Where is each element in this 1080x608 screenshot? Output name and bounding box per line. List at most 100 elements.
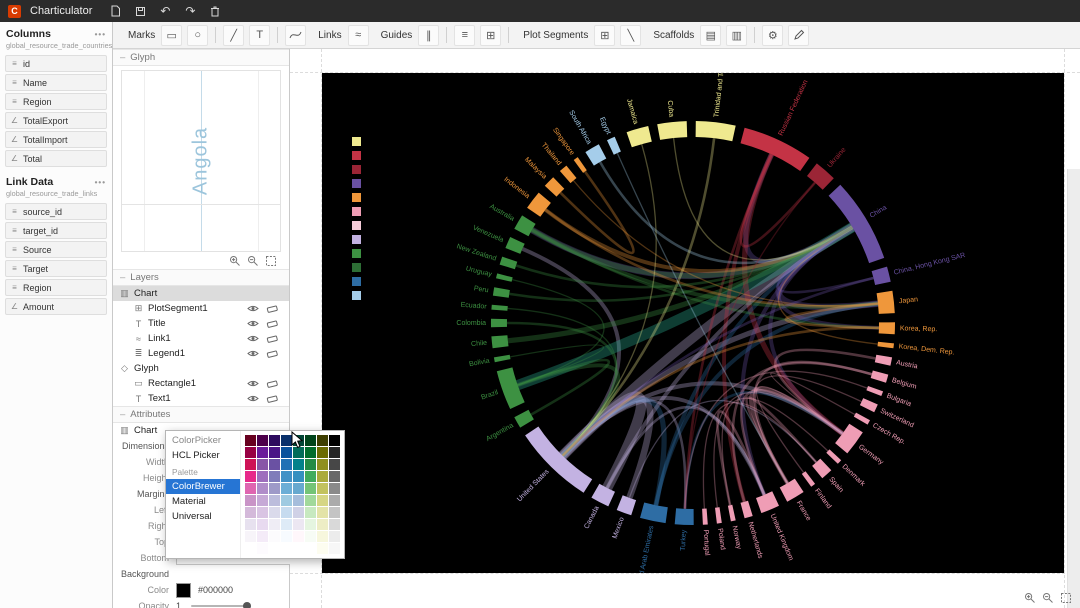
legend-swatch[interactable] [352,165,361,174]
palette-swatch[interactable] [281,459,292,470]
region-plot-segment-icon[interactable]: ⊞ [594,24,616,46]
palette-swatch[interactable] [269,543,280,554]
country-arc[interactable] [640,502,668,524]
legend-swatch[interactable] [352,291,361,300]
country-arc[interactable] [878,322,896,335]
layer-row-glyph[interactable]: ◇ Glyph [113,361,289,376]
country-arc[interactable] [674,508,694,526]
legend-swatch[interactable] [352,277,361,286]
country-arc[interactable] [491,304,508,311]
visibility-eye-icon[interactable] [247,334,259,344]
palette-swatch[interactable] [293,483,304,494]
country-arc[interactable] [779,478,804,502]
country-arc[interactable] [657,121,688,140]
palette-swatch[interactable] [317,483,328,494]
layer-row-legend1[interactable]: ≣ Legend1 [113,346,289,361]
link-data-menu-icon[interactable]: ••• [95,178,106,187]
country-arc[interactable] [826,449,842,464]
redo-icon[interactable]: ↷ [182,3,198,19]
palette-swatch[interactable] [257,543,268,554]
layer-row-rectangle1[interactable]: ▭ Rectangle1 [113,376,289,391]
opacity-slider[interactable] [191,602,251,608]
palette-swatch[interactable] [293,531,304,542]
country-arc[interactable] [514,409,534,428]
palette-swatch[interactable] [245,459,256,470]
palette-swatch[interactable] [293,495,304,506]
country-arc[interactable] [859,398,878,413]
eraser-icon[interactable] [266,334,279,344]
country-arc[interactable] [626,126,652,148]
palette-swatch[interactable] [293,507,304,518]
country-arc[interactable] [585,144,607,166]
eraser-icon[interactable] [266,319,279,329]
visibility-eye-icon[interactable] [247,394,259,404]
palette-swatch[interactable] [305,447,316,458]
curve-mark-icon[interactable] [285,24,307,46]
palette-swatch[interactable] [329,483,340,494]
palette-swatch[interactable] [305,507,316,518]
palette-swatch[interactable] [281,435,292,446]
palette-swatch[interactable] [293,447,304,458]
field-row-id[interactable]: ≡ id [5,55,107,72]
layer-row-chart[interactable]: ▥ Chart [113,286,289,301]
eraser-icon[interactable] [266,379,279,389]
zoom-out-icon[interactable] [1041,591,1054,604]
palette-swatch[interactable] [281,507,292,518]
palette-swatch[interactable] [245,483,256,494]
palette-swatch[interactable] [281,495,292,506]
legend-swatch[interactable] [352,235,361,244]
palette-swatch[interactable] [317,471,328,482]
zoom-out-icon[interactable] [246,254,259,267]
eraser-icon[interactable] [266,394,279,404]
symbol-mark-icon[interactable]: ○ [187,24,209,46]
palette-swatch[interactable] [329,447,340,458]
eraser-icon[interactable] [266,349,279,359]
glyph-collapse-icon[interactable]: – [120,52,125,63]
visibility-eye-icon[interactable] [247,304,259,314]
palette-swatch[interactable] [245,495,256,506]
country-arc[interactable] [740,127,810,171]
glyph-text-mark[interactable]: Angola [190,127,213,195]
field-row-total[interactable]: ∠ Total [5,150,107,167]
country-arc[interactable] [828,184,885,264]
attributes-collapse-icon[interactable]: – [120,409,125,420]
palette-swatch[interactable] [245,519,256,530]
field-row-name[interactable]: ≡ Name [5,74,107,91]
country-arc[interactable] [727,504,736,522]
palette-swatch[interactable] [245,435,256,446]
palette-swatch[interactable] [305,531,316,542]
palette-swatch[interactable] [317,519,328,530]
field-row-amount[interactable]: ∠ Amount [5,298,107,315]
country-arc[interactable] [871,266,891,285]
palette-swatch[interactable] [245,543,256,554]
palette-swatch[interactable] [281,543,292,554]
palette-swatch[interactable] [257,531,268,542]
scaffold-horizontal-icon[interactable]: ▤ [700,24,722,46]
layers-collapse-icon[interactable]: – [120,272,125,283]
palette-swatch[interactable] [281,471,292,482]
line-mark-icon[interactable]: ╱ [223,24,245,46]
glyph-editor[interactable]: Angola [121,70,281,252]
palette-swatch[interactable] [317,495,328,506]
palette-swatch[interactable] [293,543,304,554]
country-arc[interactable] [702,508,708,525]
legend-swatch[interactable] [352,137,361,146]
palette-swatch[interactable] [293,435,304,446]
palette-swatch[interactable] [269,471,280,482]
palette-swatch[interactable] [305,495,316,506]
chart-canvas-area[interactable]: Trinidad and Tobago Russian Federation Ukr… [290,49,1080,608]
country-arc[interactable] [496,273,513,282]
scaffold-vertical-icon[interactable]: ▥ [726,24,748,46]
edit-pencil-icon[interactable] [788,24,810,46]
palette-swatch[interactable] [293,459,304,470]
palette-swatch[interactable] [317,507,328,518]
new-file-icon[interactable] [107,3,123,19]
palette-swatch[interactable] [245,531,256,542]
palette-swatch[interactable] [281,519,292,530]
country-arc[interactable] [490,318,507,328]
zoom-in-icon[interactable] [228,254,241,267]
palette-swatch[interactable] [317,543,328,554]
palette-swatch[interactable] [329,495,340,506]
palette-swatch[interactable] [257,459,268,470]
chart-background[interactable]: Trinidad and Tobago Russian Federation Ukr… [322,54,1064,591]
